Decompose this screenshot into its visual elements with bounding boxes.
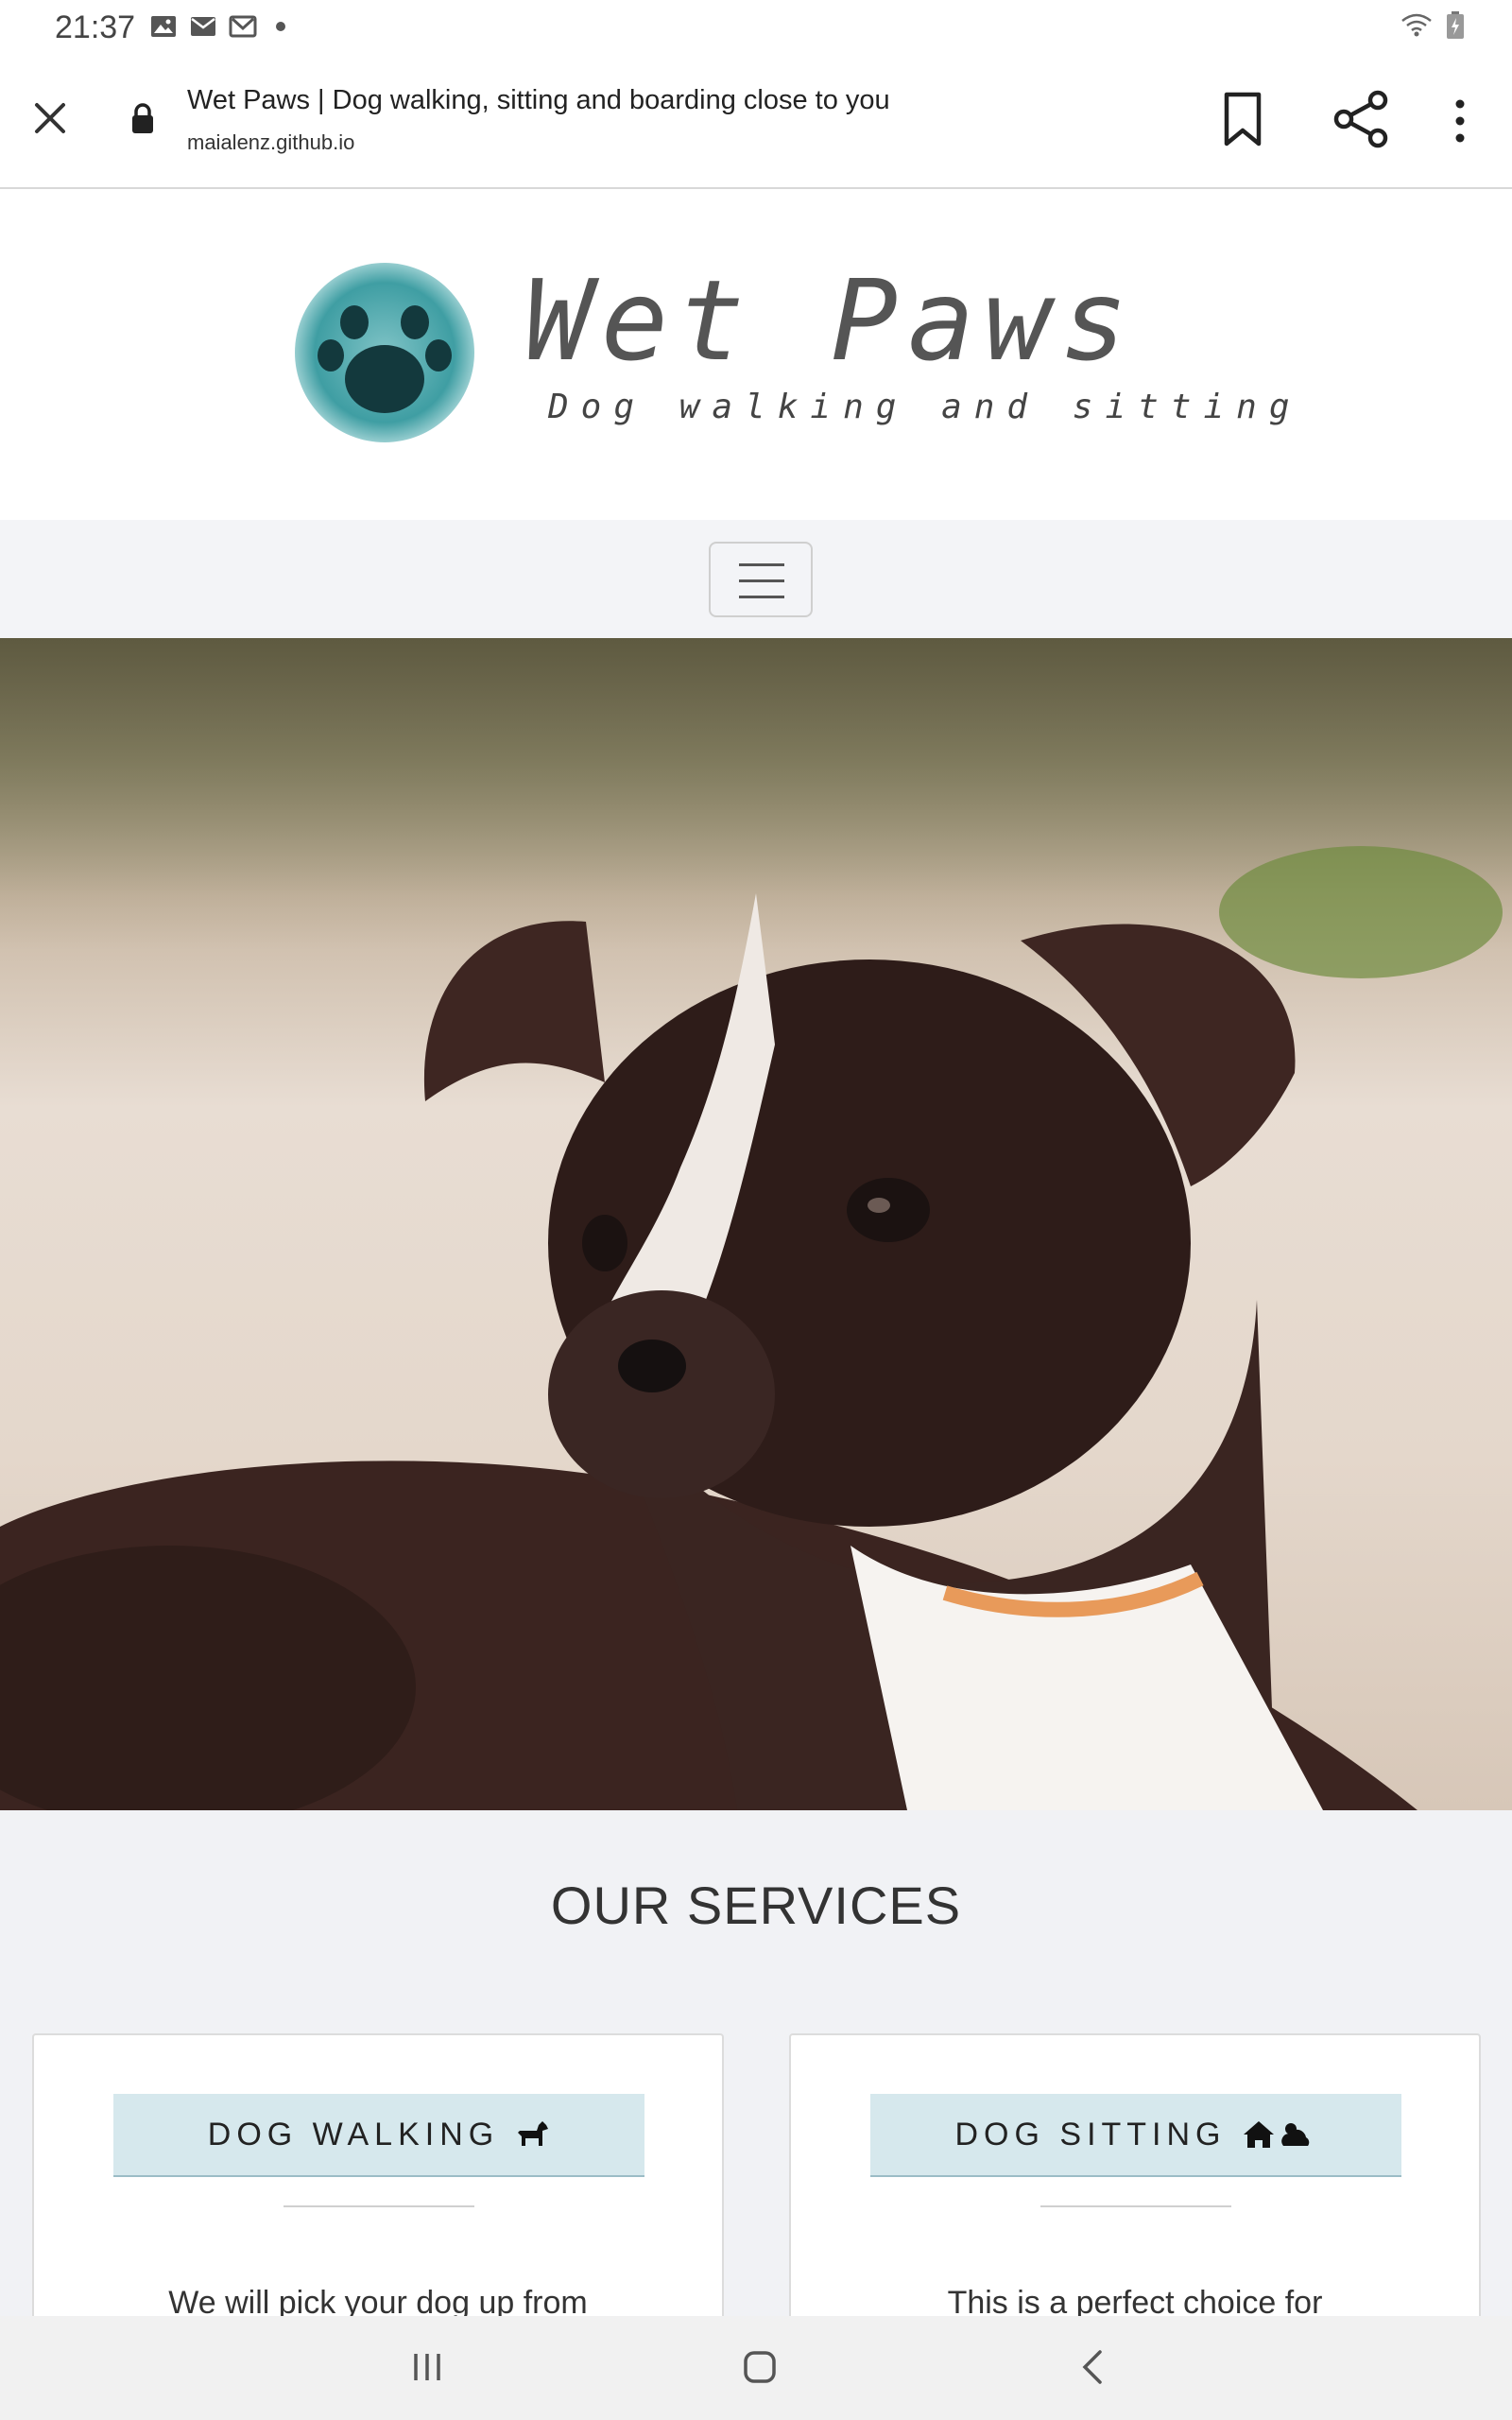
home-icon[interactable] xyxy=(741,2348,779,2386)
system-icons xyxy=(1400,11,1465,44)
image-icon xyxy=(149,13,178,40)
navbar xyxy=(0,520,1512,638)
more-vert-icon[interactable] xyxy=(1446,95,1474,147)
paw-icon[interactable] xyxy=(295,263,474,442)
hamburger-icon[interactable] xyxy=(709,542,813,617)
dog-icon xyxy=(518,2121,549,2146)
divider xyxy=(1040,2205,1231,2207)
service-label-text: DOG WALKING xyxy=(207,2116,500,2152)
system-nav-bar xyxy=(0,2316,1512,2420)
services-section: OUR SERVICES DOG WALKING We will pick yo… xyxy=(0,1810,1512,2336)
status-time: 21:37 xyxy=(55,9,136,45)
puppy-illustration xyxy=(0,638,1512,1810)
service-label-text: DOG SITTING xyxy=(954,2116,1227,2152)
page-title[interactable]: Wet Paws | Dog walking, sitting and boar… xyxy=(187,85,890,116)
brand-tagline: Dog walking and sitting xyxy=(548,388,1302,426)
notification-icons xyxy=(149,13,285,40)
services-title: OUR SERVICES xyxy=(550,1876,962,1935)
browser-toolbar: Wet Paws | Dog walking, sitting and boar… xyxy=(0,57,1512,189)
brand-title[interactable]: Wet Paws xyxy=(524,255,1137,386)
site-header: Wet Paws Dog walking and sitting xyxy=(0,189,1512,520)
service-card-sitting: DOG SITTING This is a perfect choice for xyxy=(789,2033,1481,2336)
close-icon[interactable] xyxy=(28,96,72,140)
service-label-sitting[interactable]: DOG SITTING xyxy=(870,2094,1401,2177)
recents-icon[interactable] xyxy=(408,2348,446,2386)
service-label-walking[interactable]: DOG WALKING xyxy=(113,2094,644,2177)
status-bar: 21:37 xyxy=(0,0,1512,57)
wifi-icon xyxy=(1400,11,1433,44)
back-icon[interactable] xyxy=(1077,2348,1108,2386)
notification-dot xyxy=(276,22,285,31)
bookmark-icon[interactable] xyxy=(1219,89,1266,149)
mail-icon xyxy=(189,13,217,40)
share-icon[interactable] xyxy=(1332,89,1391,149)
hero-image xyxy=(0,638,1512,1810)
lock-icon[interactable] xyxy=(129,102,157,136)
battery-icon xyxy=(1446,11,1465,44)
divider xyxy=(284,2205,474,2207)
gmail-icon xyxy=(229,13,257,40)
page-url[interactable]: maialenz.github.io xyxy=(187,130,354,155)
service-card-walking: DOG WALKING We will pick your dog up fro… xyxy=(32,2033,724,2336)
house-cloud-sun-icon xyxy=(1243,2121,1309,2148)
